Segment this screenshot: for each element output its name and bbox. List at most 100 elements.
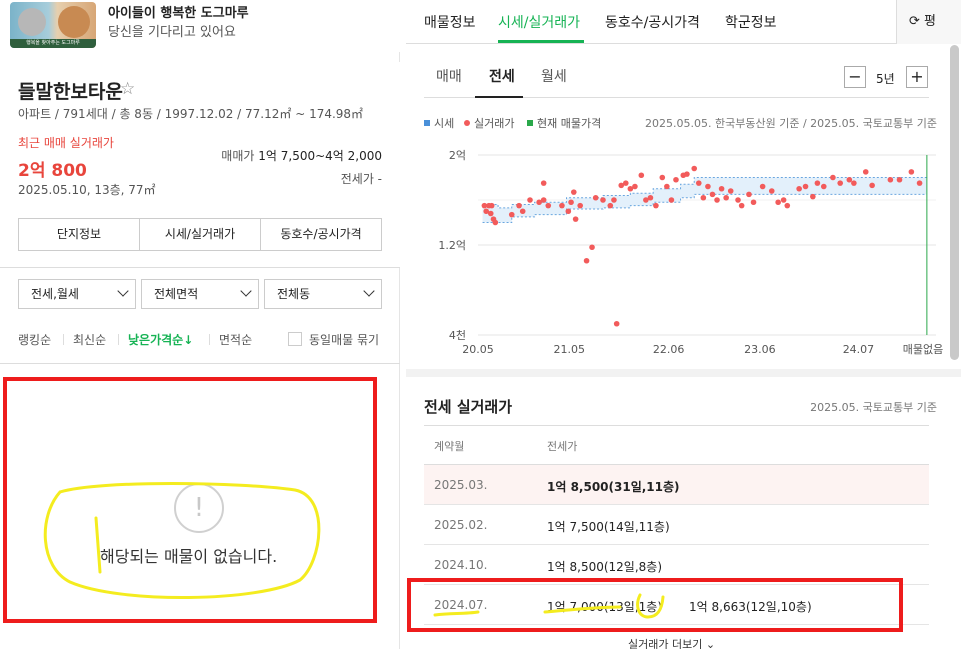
real-trade-point (589, 244, 595, 251)
header-jeonse-price: 전세가 (547, 440, 578, 453)
sort-ranking[interactable]: 랭킹순 (18, 331, 51, 348)
real-trade-point (673, 176, 679, 183)
divider (209, 334, 210, 345)
trade-type-value: 전세,월세 (31, 287, 79, 301)
table-row[interactable]: 2025.02. 1억 7,500(14일,11층) (424, 505, 929, 545)
real-trade-point (613, 320, 620, 327)
price-chart[interactable]: 2억 1.2억 4천20.05 21.05 22.06 23.06 24.07 매물없음 (406, 135, 961, 365)
real-trade-point (668, 197, 675, 203)
trade-type-dropdown[interactable]: 전세,월세 (18, 279, 136, 309)
legend-market-price: 시세 (424, 115, 454, 131)
real-trade-point (659, 174, 666, 181)
complex-tabs: 단지정보 시세/실거래가 동호수/공시가격 (18, 218, 382, 251)
real-trade-point (488, 202, 495, 209)
real-trade-point (607, 202, 614, 209)
legend-swatch (424, 120, 430, 126)
dong-dropdown[interactable]: 전체동 (264, 279, 382, 309)
real-trade-point (802, 183, 809, 190)
sale-price-value: 1억 7,500~4억 2,000 (258, 149, 382, 163)
real-trade-point (487, 210, 494, 217)
table-row[interactable]: 2025.03. 1억 8,500(31일,11층) (424, 465, 929, 505)
divider (63, 334, 64, 345)
row-date: 2025.03. (434, 478, 488, 492)
tab-jeonse[interactable]: 전세 (489, 66, 515, 86)
tab-monthly-rent[interactable]: 월세 (541, 66, 567, 86)
ad-banner[interactable]: 행복을 찾아주는 도그마루 아이들이 행복한 도그마루 당신을 기다리고 있어요 (0, 0, 400, 52)
tab-market-real-price[interactable]: 시세/실거래가 (498, 12, 580, 32)
complex-summary: 들말한보타운 ☆ 아파트 / 791세대 / 총 8동 / 1997.12.02… (0, 62, 400, 267)
row-date: 2024.10. (434, 558, 488, 572)
tab-market-price[interactable]: 시세/실거래가 (140, 219, 261, 250)
real-trade-point (746, 191, 752, 198)
real-trade-point (632, 183, 638, 190)
sort-options: 랭킹순 최신순 낮은가격순↓ 면적순 동일매물 묶기 (18, 331, 382, 351)
same-listing-label[interactable]: 동일매물 묶기 (309, 331, 379, 348)
x-tick-label: 22.06 (653, 343, 685, 356)
real-trade-point (592, 194, 599, 201)
real-trade-point (572, 216, 579, 222)
more-trades-button[interactable]: 실거래가 더보기 ⌄ (628, 636, 715, 649)
active-tab-indicator (498, 40, 584, 43)
row-price: 1억 8,500(31일,11층) (547, 480, 680, 494)
tab-complex-info[interactable]: 단지정보 (19, 219, 140, 250)
legend-label: 현재 매물가격 (537, 117, 602, 130)
refresh-area-button[interactable]: ⟳ 평 (896, 0, 961, 44)
x-tick-label: 23.06 (744, 343, 776, 356)
scrollbar[interactable] (950, 45, 959, 360)
filter-bar: 전세,월세 전체면적 전체동 (18, 279, 382, 309)
sale-price-label: 매매가 (221, 149, 255, 163)
y-tick-label: 1.2억 (438, 239, 466, 252)
real-trade-point (775, 199, 781, 206)
tab-unit-public-price[interactable]: 동호수/공시가격 (261, 219, 381, 250)
row-date: 2025.02. (434, 518, 488, 532)
legend-label: 실거래가 (474, 117, 515, 130)
cat-image (18, 8, 46, 36)
x-tick-label: 21.05 (553, 343, 585, 356)
divider (0, 363, 400, 364)
yellow-underline-annotation (433, 593, 665, 619)
real-trade-point (583, 257, 590, 264)
real-trade-point (508, 211, 515, 218)
real-trade-point (684, 171, 690, 177)
real-trade-point (820, 183, 827, 190)
x-tick-label: 24.07 (843, 343, 875, 356)
real-trade-point (727, 188, 734, 194)
tab-sale[interactable]: 매매 (436, 66, 462, 86)
ad-image-caption: 행복을 찾아주는 도그마루 (10, 39, 96, 48)
ad-image[interactable]: 행복을 찾아주는 도그마루 (10, 2, 96, 48)
real-trade-point (750, 199, 757, 206)
section-divider (406, 369, 961, 377)
real-trade-point (784, 202, 791, 209)
real-trade-point (647, 194, 654, 201)
real-trade-point (896, 176, 903, 183)
same-listing-checkbox[interactable] (288, 332, 302, 346)
y-tick-label: 4천 (449, 328, 466, 342)
period-decrease-button[interactable]: − (844, 66, 866, 88)
real-trade-point (700, 194, 707, 201)
top-tab-bar: 매물정보 시세/실거래가 동호수/공시가격 학군정보 ⟳ 평 (406, 0, 961, 44)
yellow-scribble-annotation (43, 482, 321, 599)
real-trade-point (559, 202, 565, 209)
real-trade-point (723, 194, 729, 201)
row-price: 1억 8,500(12일,8층) (547, 560, 663, 574)
header-contract-month: 계약월 (434, 440, 465, 453)
legend-label: 시세 (434, 117, 455, 130)
real-trade-point (545, 202, 552, 209)
sort-area[interactable]: 면적순 (219, 331, 252, 348)
sort-latest[interactable]: 최신순 (73, 331, 106, 348)
chevron-down-icon (240, 285, 252, 297)
x-tick-label: 20.05 (462, 343, 494, 356)
tab-unit-public-price[interactable]: 동호수/공시가격 (605, 12, 700, 32)
tab-listing-info[interactable]: 매물정보 (424, 12, 476, 32)
area-dropdown[interactable]: 전체면적 (141, 279, 259, 309)
period-increase-button[interactable]: + (906, 66, 928, 88)
real-trade-point (830, 174, 836, 181)
favorite-star-icon[interactable]: ☆ (120, 79, 135, 99)
chevron-down-icon (363, 285, 375, 297)
real-trade-point (709, 191, 716, 198)
real-trade-point (916, 180, 923, 186)
ad-title[interactable]: 아이들이 행복한 도그마루 (108, 2, 249, 21)
sort-low-price[interactable]: 낮은가격순↓ (128, 331, 193, 348)
real-trade-point (653, 202, 659, 209)
tab-school-info[interactable]: 학군정보 (725, 12, 777, 32)
